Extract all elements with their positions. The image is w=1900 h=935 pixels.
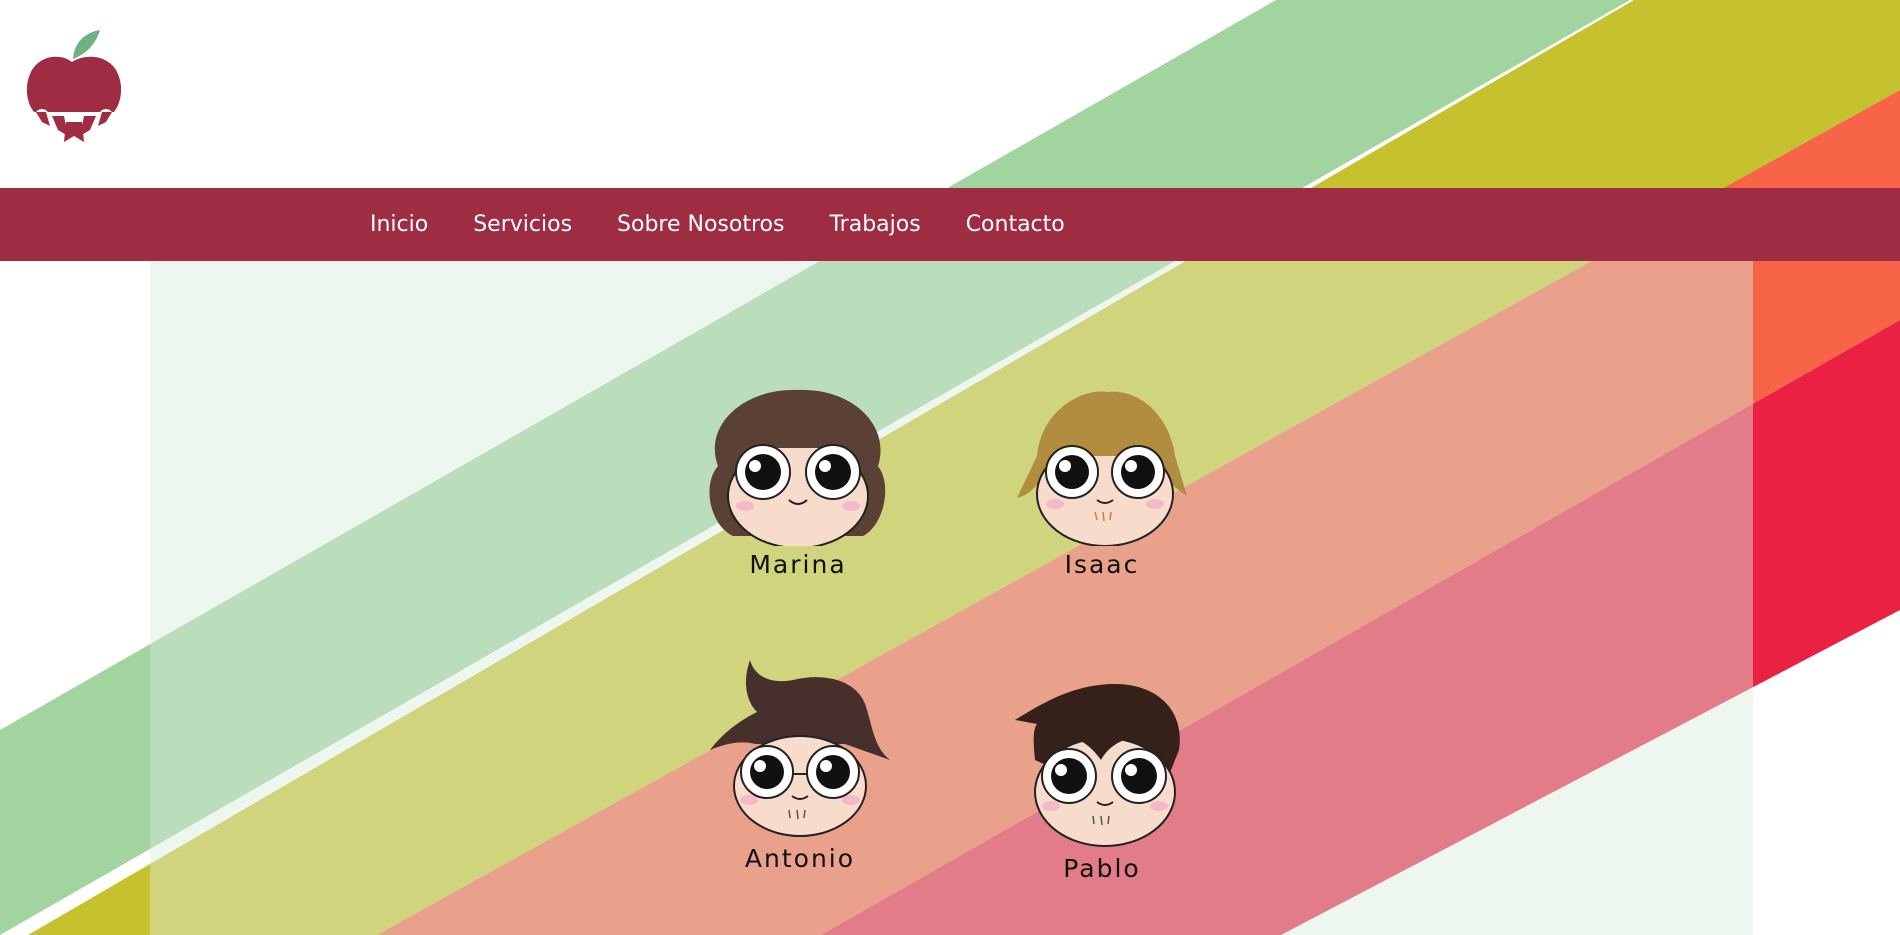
apple-people-logo-icon[interactable] [24,26,124,144]
team-member-marina[interactable]: Marina [688,386,908,579]
isaac-avatar-icon [1017,391,1187,546]
logo-leaf [73,30,100,59]
logo-people [35,109,113,142]
logo-apple-body [26,56,122,112]
nav-list: Inicio Servicios Sobre Nosotros Trabajos… [370,188,1110,261]
member-name-marina: Marina [749,550,847,579]
antonio-avatar-icon [710,660,890,837]
nav-item-sobre-nosotros[interactable]: Sobre Nosotros [617,212,784,237]
nav-item-trabajos[interactable]: Trabajos [829,212,920,237]
member-name-pablo: Pablo [1063,854,1141,883]
pablo-avatar-icon [1015,684,1180,847]
member-name-antonio: Antonio [744,844,856,873]
marina-avatar-icon [709,389,886,546]
nav-item-servicios[interactable]: Servicios [473,212,572,237]
team-panel [150,261,1753,935]
member-name-isaac: Isaac [1064,550,1140,579]
nav-item-inicio[interactable]: Inicio [370,212,428,237]
team-member-antonio[interactable]: Antonio [690,660,910,873]
main-navbar: Inicio Servicios Sobre Nosotros Trabajos… [0,188,1900,261]
team-member-isaac[interactable]: Isaac [992,386,1212,579]
team-member-pablo[interactable]: Pablo [992,680,1212,883]
nav-item-contacto[interactable]: Contacto [966,212,1065,237]
